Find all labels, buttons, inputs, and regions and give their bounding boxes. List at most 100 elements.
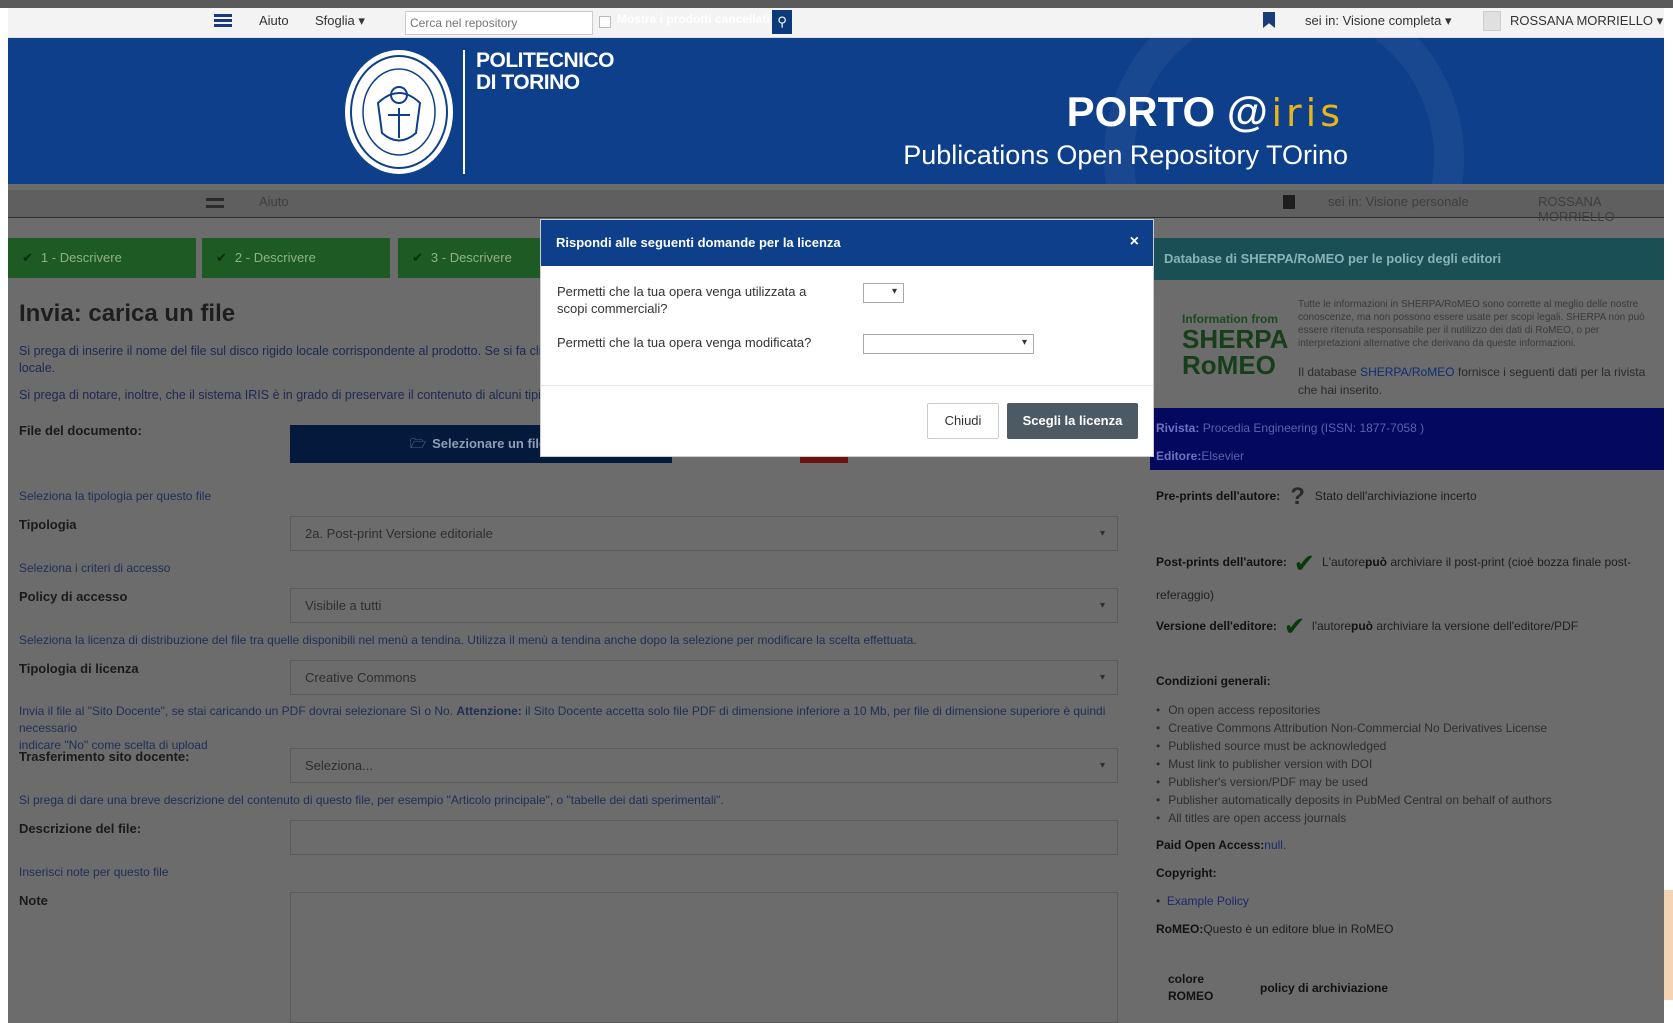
romeo-table-header-color: colore ROMEO — [1168, 972, 1214, 1003]
postprint-row: Post-prints dell'autore: ✔ L'autorepuò a… — [1156, 547, 1632, 602]
dialog-title: Rispondi alle seguenti domande per la li… — [556, 235, 841, 250]
type-select[interactable]: 2a. Post-print Versione editoriale ▾ — [290, 516, 1118, 551]
intro-text-2: Si prega di notare, inoltre, che il sist… — [19, 388, 552, 402]
description-label: Descrizione del file: — [19, 821, 142, 836]
access-select[interactable]: Visibile a tutti ▾ — [290, 588, 1118, 623]
caret-down-icon: ▾ — [1099, 760, 1105, 771]
avatar — [1483, 11, 1501, 31]
license-dialog: Rispondi alle seguenti domande per la li… — [540, 219, 1154, 457]
caret-down-icon: ▾ — [1099, 600, 1105, 611]
top-navbar: Aiuto Sfoglia ▾ Mostra i prodotti cancel… — [8, 8, 1664, 38]
step-2[interactable]: ✔ 2 - Descrivere — [202, 238, 390, 278]
caret-down-icon: ▾ — [1656, 13, 1664, 28]
access-label: Policy di accesso — [19, 589, 128, 604]
list-item: Publisher's version/PDF may be used — [1156, 773, 1656, 791]
commercial-use-question: Permetti che la tua opera venga utilizza… — [557, 284, 807, 316]
description-input[interactable] — [290, 820, 1118, 855]
publisher-version-row: Versione dell'editore: ✔ l'autorepuò arc… — [1156, 611, 1579, 642]
help-link: Aiuto — [259, 194, 289, 209]
caret-down-icon: ▾ — [1021, 337, 1027, 348]
brand-title[interactable]: PORTO @ IRIS — [1067, 88, 1344, 136]
caret-down-icon: ▾ — [1444, 13, 1452, 28]
sherpa-romeo-logo[interactable]: Information from SHERPA RoMEO — [1182, 312, 1288, 378]
search-input[interactable] — [405, 11, 593, 35]
notes-hint: Inserisci note per questo file — [19, 865, 169, 879]
modification-question: Permetti che la tua opera venga modifica… — [557, 335, 812, 350]
commercial-use-select[interactable]: ▾ — [863, 283, 904, 303]
show-deleted-checkbox[interactable] — [599, 16, 611, 28]
site-banner: POLITECNICO DI TORINO PORTO @ IRIS Publi… — [8, 38, 1664, 184]
check-icon: ✔ — [412, 250, 423, 265]
caret-down-icon: ▾ — [891, 286, 897, 297]
check-icon: ✔ — [1293, 547, 1316, 578]
romeo-table-header-policy: policy di archiviazione — [1260, 981, 1389, 995]
caret-down-icon: ▾ — [1099, 672, 1105, 683]
view-mode-menu[interactable]: sei in: Visione completa ▾ — [1305, 13, 1452, 29]
bookmark-icon[interactable] — [1263, 12, 1275, 28]
institution-name: POLITECNICO DI TORINO — [476, 49, 615, 94]
file-label: File del documento: — [19, 423, 142, 438]
conditions-list: On open access repositories Creative Com… — [1156, 701, 1656, 827]
brand-subtitle: Publications Open Repository TOrino — [903, 140, 1348, 170]
romeo-color-row: RoMEO:Questo è un editore blue in RoMEO — [1156, 922, 1394, 936]
step-1[interactable]: ✔ 1 - Descrivere — [8, 238, 196, 278]
bookmark-icon — [1283, 195, 1295, 209]
license-label: Tipologia di licenza — [19, 661, 139, 676]
sherpa-link[interactable]: SHERPA/RoMEO — [1360, 365, 1454, 379]
dialog-footer-divider — [541, 385, 1153, 386]
university-seal-logo[interactable] — [345, 50, 453, 174]
edge-decoration — [1664, 890, 1673, 1000]
view-mode-menu: sei in: Visione personale — [1328, 194, 1469, 209]
paid-oa-row: Paid Open Access:null. — [1156, 838, 1287, 852]
search-button[interactable]: ⚲ — [772, 10, 792, 34]
description-hint: Si prega di dare una breve descrizione d… — [19, 793, 724, 807]
list-item: Published source must be acknowledged — [1156, 737, 1656, 755]
list-item: Creative Commons Attribution Non-Commerc… — [1156, 719, 1656, 737]
sherpa-db-text: Il database SHERPA/RoMEO fornisce i segu… — [1298, 365, 1646, 397]
docente-hint: Invia il file al "Sito Docente", se stai… — [19, 704, 1106, 752]
show-deleted-label: Mostra i prodotti cancellati — [617, 12, 770, 26]
menu-icon[interactable] — [214, 14, 232, 30]
publisher-value: Elsevier — [1201, 449, 1245, 463]
banner-divider — [463, 50, 465, 174]
sherpa-panel-header: Database di SHERPA/RoMEO per le policy d… — [1150, 238, 1664, 280]
docente-select[interactable]: Seleziona... ▾ — [290, 748, 1118, 783]
type-hint: Seleziona la tipologia per questo file — [19, 489, 212, 503]
type-label: Tipologia — [19, 517, 77, 532]
folder-icon: 🗁 — [410, 436, 427, 451]
copyright-link[interactable]: • Example Policy — [1156, 893, 1249, 910]
list-item: Publisher automatically deposits in PubM… — [1156, 791, 1656, 809]
list-item: On open access repositories — [1156, 701, 1656, 719]
background-navbar: Aiuto sei in: Visione personale ROSSANA … — [8, 190, 1664, 224]
journal-value: Procedia Engineering (ISSN: 1877-7058 ) — [1202, 421, 1425, 435]
list-item: All titles are open access journals — [1156, 809, 1656, 827]
check-icon: ✔ — [22, 250, 33, 265]
sherpa-romeo-panel: Database di SHERPA/RoMEO per le policy d… — [1150, 238, 1664, 1023]
notes-label: Note — [19, 893, 48, 908]
license-hint: Seleziona la licenza di distribuzione de… — [19, 633, 917, 647]
license-select[interactable]: Creative Commons ▾ — [290, 660, 1118, 695]
intro-text: Si prega di inserire il nome del file su… — [19, 344, 548, 375]
choose-license-button[interactable]: Scegli la licenza — [1007, 403, 1138, 439]
modification-select[interactable]: ▾ — [863, 334, 1034, 354]
user-menu: ROSSANA MORRIELLO — [1538, 194, 1615, 224]
dialog-header: Rispondi alle seguenti domande per la li… — [541, 220, 1153, 266]
preprint-row: Pre-prints dell'autore: ? Stato dell'arc… — [1156, 483, 1477, 511]
check-icon: ✔ — [216, 250, 227, 265]
user-menu[interactable]: ROSSANA MORRIELLO ▾ — [1510, 13, 1663, 29]
caret-down-icon: ▾ — [358, 13, 365, 28]
list-item: Must link to publisher version with DOI — [1156, 755, 1656, 773]
browse-menu[interactable]: Sfoglia ▾ — [315, 13, 365, 29]
question-icon: ? — [1290, 483, 1305, 511]
close-button[interactable]: Chiudi — [927, 403, 999, 439]
journal-info: Rivista: Procedia Engineering (ISSN: 187… — [1150, 408, 1664, 470]
docente-label: Trasferimento sito docente: — [19, 749, 190, 764]
notes-textarea[interactable] — [290, 892, 1118, 1023]
search-icon: ⚲ — [777, 14, 787, 29]
help-link[interactable]: Aiuto — [259, 13, 289, 28]
check-icon: ✔ — [1283, 611, 1306, 642]
copyright-label: Copyright: — [1156, 866, 1217, 880]
conditions-label: Condizioni generali: — [1156, 674, 1271, 688]
close-icon[interactable]: × — [1130, 233, 1139, 251]
menu-icon — [206, 198, 224, 208]
